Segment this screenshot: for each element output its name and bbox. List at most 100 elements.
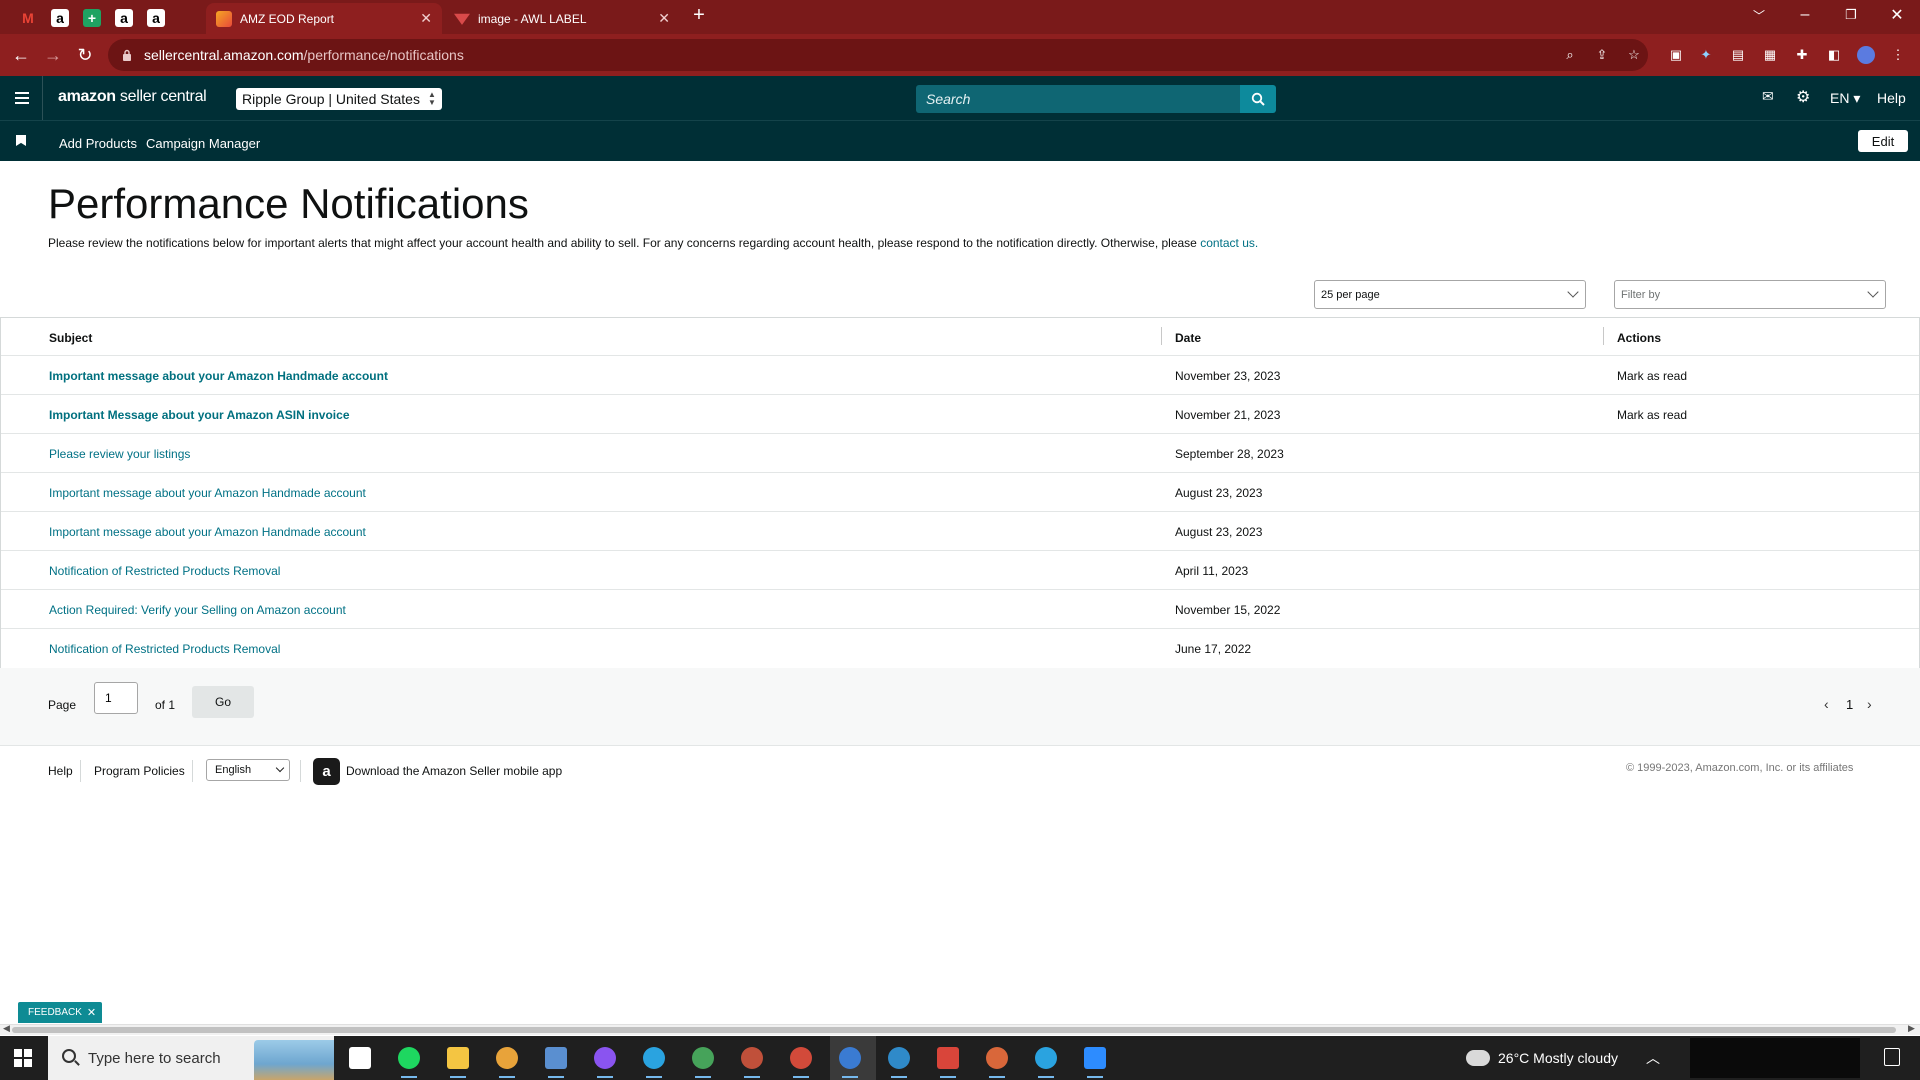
close-tab-icon[interactable]: ✕ (658, 10, 670, 27)
pinned-tab[interactable]: a (106, 2, 142, 34)
spotify-icon[interactable] (395, 1044, 423, 1078)
settings-gear-icon[interactable]: ⚙ (1796, 87, 1810, 107)
chrome-profile-icon[interactable] (738, 1044, 766, 1078)
footer-program-policies-link[interactable]: Program Policies (94, 764, 185, 778)
messenger-icon[interactable] (591, 1044, 619, 1078)
side-panel-icon[interactable]: ◧ (1824, 45, 1844, 65)
scroll-left-icon[interactable]: ◀ (3, 1023, 10, 1034)
mail-icon[interactable]: ✉ (1762, 88, 1774, 105)
help-link[interactable]: Help (1877, 90, 1906, 106)
go-button[interactable]: Go (192, 686, 254, 718)
chrome-profile-icon[interactable] (836, 1044, 864, 1078)
bookmark-icon[interactable] (16, 135, 26, 146)
file-explorer-icon[interactable] (444, 1044, 472, 1078)
telegram-icon[interactable] (640, 1044, 668, 1078)
extension-icon[interactable]: ▤ (1728, 45, 1748, 65)
messenger-icon (594, 1047, 616, 1069)
footer-language-select[interactable]: English (206, 759, 290, 781)
column-header-subject[interactable]: Subject (49, 331, 92, 345)
system-tray[interactable] (1690, 1038, 1860, 1078)
share-icon[interactable]: ⇪ (1592, 45, 1612, 65)
weather-widget[interactable]: 26°C Mostly cloudy (1463, 1046, 1618, 1066)
chrome-profile-icon[interactable] (983, 1044, 1011, 1078)
new-tab-button[interactable]: + (682, 0, 716, 30)
puzzle-icon[interactable]: ✚ (1792, 45, 1812, 65)
mark-as-read-link[interactable]: Mark as read (1617, 408, 1687, 422)
tray-expand-icon[interactable]: ︿ (1646, 1048, 1660, 1068)
feedback-button[interactable]: FEEDBACK ✕ (18, 1002, 103, 1023)
forward-icon[interactable]: → (38, 40, 68, 70)
filter-select[interactable]: Filter by (1614, 280, 1886, 309)
amazon-seller-app-icon[interactable]: a (313, 758, 340, 785)
browser-menu-icon[interactable]: ⋮ (1888, 45, 1908, 65)
bookmark-campaign-manager[interactable]: Campaign Manager (146, 136, 260, 151)
account-switcher[interactable]: Ripple Group | United States ▲ ▼ (236, 88, 442, 110)
pinned-tab[interactable]: M (10, 2, 46, 34)
notification-icon[interactable] (1884, 1048, 1900, 1066)
extension-icon[interactable]: ▦ (1760, 45, 1780, 65)
edit-bookmarks-button[interactable]: Edit (1858, 130, 1908, 152)
url-field[interactable]: sellercentral.amazon.com/performance/not… (108, 39, 1648, 71)
extension-icon[interactable]: ✦ (1696, 45, 1716, 65)
search-input[interactable] (926, 91, 1226, 107)
close-window-button[interactable]: ✕ (1874, 0, 1920, 30)
sheets-icon: + (83, 9, 101, 27)
notification-subject-link[interactable]: Please review your listings (49, 447, 190, 461)
search-field[interactable] (916, 85, 1240, 113)
table-row: Important message about your Amazon Hand… (1, 356, 1919, 395)
chrome-profile-icon[interactable] (689, 1044, 717, 1078)
bookmark-star-icon[interactable]: ☆ (1624, 45, 1644, 65)
search-button[interactable] (1240, 85, 1276, 113)
notification-subject-link[interactable]: Action Required: Verify your Selling on … (49, 603, 346, 617)
extension-off-icon[interactable]: ▣ (1666, 45, 1686, 65)
mark-as-read-link[interactable]: Mark as read (1617, 369, 1687, 383)
profile-avatar[interactable] (1856, 45, 1876, 65)
chrome-profile-icon[interactable] (787, 1044, 815, 1078)
notification-subject-link[interactable]: Important message about your Amazon Hand… (49, 525, 366, 539)
windows-start-icon[interactable] (14, 1049, 32, 1067)
close-tab-icon[interactable]: ✕ (420, 10, 432, 27)
bookmark-add-products[interactable]: Add Products (59, 136, 137, 151)
page-number-input[interactable] (94, 682, 138, 714)
taskbar-search[interactable]: Type here to search (48, 1036, 334, 1080)
notification-date: November 15, 2022 (1175, 603, 1281, 617)
contact-us-link[interactable]: contact us. (1200, 236, 1258, 250)
telegram-icon[interactable] (1032, 1044, 1060, 1078)
restore-button[interactable]: ❐ (1828, 0, 1874, 30)
zoom-icon[interactable]: ⌕ (1560, 45, 1580, 65)
pinned-tab[interactable]: + (74, 2, 110, 34)
close-icon[interactable]: ✕ (87, 1006, 96, 1019)
reload-icon[interactable]: ↻ (70, 40, 100, 70)
seller-central-logo[interactable]: amazon seller central (58, 88, 207, 106)
minimize-button[interactable]: – (1782, 0, 1828, 30)
notification-subject-link[interactable]: Important message about your Amazon Hand… (49, 369, 388, 383)
hamburger-menu-icon[interactable] (8, 84, 36, 112)
per-page-select[interactable]: 25 per page (1314, 280, 1586, 309)
notification-subject-link[interactable]: Important message about your Amazon Hand… (49, 486, 366, 500)
horizontal-scrollbar[interactable]: ◀ ▶ (0, 1023, 1920, 1035)
current-page-number[interactable]: 1 (1846, 697, 1853, 712)
scrollbar-thumb[interactable] (12, 1027, 1896, 1033)
next-page-icon[interactable]: › (1867, 696, 1872, 712)
column-header-date[interactable]: Date (1175, 331, 1201, 345)
previous-page-icon[interactable]: ‹ (1824, 696, 1829, 712)
app-icon[interactable] (934, 1044, 962, 1078)
pinned-tab[interactable]: a (42, 2, 78, 34)
notification-subject-link[interactable]: Notification of Restricted Products Remo… (49, 564, 280, 578)
chrome-profile-icon[interactable] (885, 1044, 913, 1078)
notification-subject-link[interactable]: Important Message about your Amazon ASIN… (49, 408, 350, 422)
zoom-icon[interactable] (1081, 1044, 1109, 1078)
footer-help-link[interactable]: Help (48, 764, 73, 778)
language-menu[interactable]: EN ▾ (1830, 90, 1860, 107)
tab-search-chevron-icon[interactable]: ﹀ (1736, 0, 1782, 30)
calculator-icon[interactable] (542, 1044, 570, 1078)
pinned-tab[interactable]: a (138, 2, 174, 34)
tab-awl-label[interactable]: image - AWL LABEL ✕ (444, 3, 680, 34)
scroll-right-icon[interactable]: ▶ (1908, 1023, 1915, 1034)
chrome-icon[interactable] (493, 1044, 521, 1078)
notification-subject-link[interactable]: Notification of Restricted Products Remo… (49, 642, 280, 656)
task-view-icon[interactable] (346, 1044, 374, 1072)
download-app-link[interactable]: Download the Amazon Seller mobile app (346, 764, 562, 778)
back-icon[interactable]: ← (6, 40, 36, 70)
tab-amz-eod-report[interactable]: AMZ EOD Report ✕ (206, 3, 442, 34)
